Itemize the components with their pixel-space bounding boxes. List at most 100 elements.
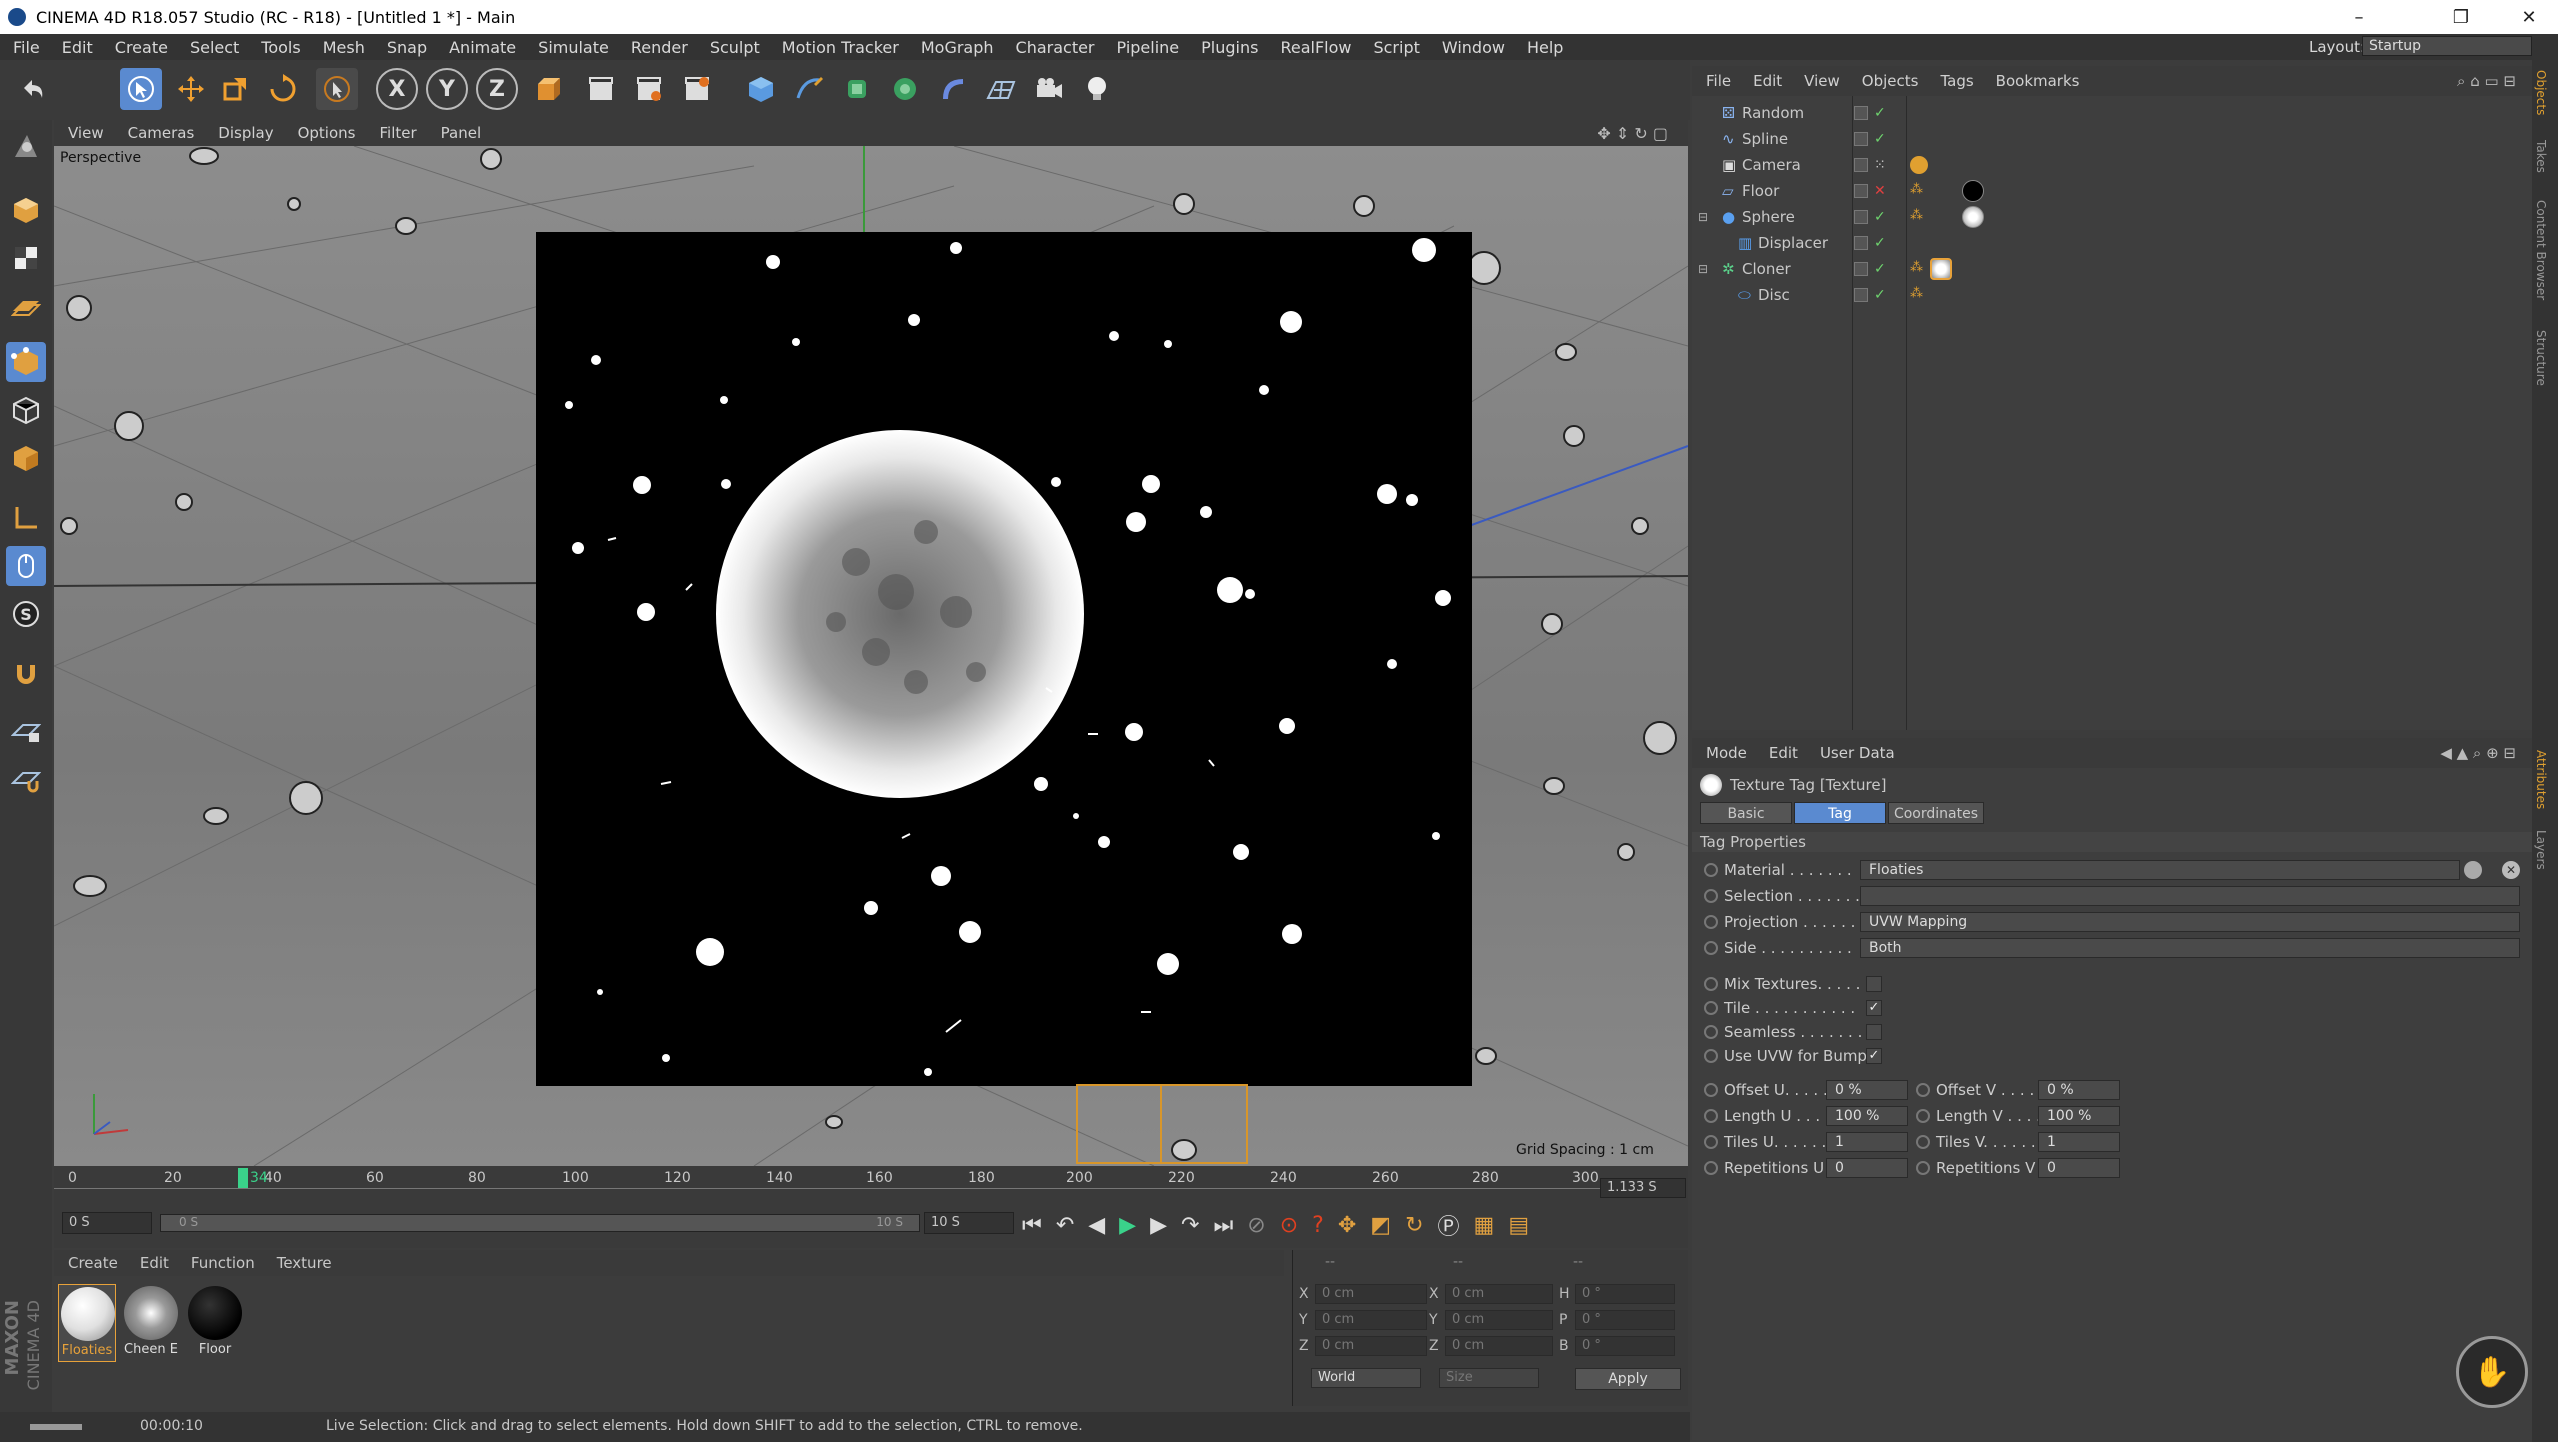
timeline-ruler[interactable]: 0 20 40 60 80 100 120 140 160 180 200 22… [54,1166,1688,1202]
animate-radio-icon[interactable] [1704,1135,1718,1149]
add-cube-button[interactable] [740,68,782,110]
polygons-mode-button[interactable] [6,438,46,478]
object-row-random[interactable]: ⚄ Random ✓ [1692,100,2532,126]
coordinate-system-button[interactable] [526,68,568,110]
object-row-sphere[interactable]: ⊟ ● Sphere ✓ ⁂ [1692,204,2532,230]
mix-textures-checkbox[interactable] [1866,976,1882,992]
record-icon[interactable]: ⊙ [1280,1213,1298,1238]
enabled-check-icon[interactable]: ✓ [1874,236,1886,250]
offset-u-field[interactable]: 0 % [1826,1080,1908,1100]
am-menu-edit[interactable]: Edit [1769,744,1798,762]
viewport-menu-options[interactable]: Options [298,124,356,142]
next-key-icon[interactable]: ↷ [1181,1213,1199,1238]
side-tab-objects[interactable]: Objects [2534,70,2548,115]
position-y-field[interactable]: 0 cm [1315,1310,1427,1330]
visibility-icon[interactable]: ⁙ [1874,158,1886,172]
menu-tools[interactable]: Tools [261,38,300,57]
menu-render[interactable]: Render [631,38,688,57]
animate-radio-icon[interactable] [1704,1161,1718,1175]
y-axis-lock-button[interactable]: Y [426,68,468,110]
add-light-button[interactable] [1076,68,1118,110]
menu-snap[interactable]: Snap [387,38,427,57]
menu-edit[interactable]: Edit [62,38,93,57]
clear-link-icon[interactable]: ✕ [2502,861,2520,879]
material-link-field[interactable]: Floaties [1860,860,2460,880]
animate-radio-icon[interactable] [1704,977,1718,991]
layer-flag[interactable] [1854,210,1868,224]
layout-dropdown[interactable]: Startup [2362,36,2532,56]
repetitions-u-field[interactable]: 0 [1826,1158,1908,1178]
maximize-button[interactable]: ❐ [2432,0,2490,34]
protection-tag-icon[interactable] [1910,156,1928,174]
points-mode-button[interactable] [6,342,46,382]
menu-plugins[interactable]: Plugins [1201,38,1258,57]
use-uvw-checkbox[interactable]: ✓ [1866,1048,1882,1064]
apply-button[interactable]: Apply [1575,1368,1681,1390]
layer-flag[interactable] [1854,158,1868,172]
menu-mesh[interactable]: Mesh [323,38,365,57]
add-camera-button[interactable] [1028,68,1070,110]
rotation-p-field[interactable]: 0 ° [1575,1310,1675,1330]
object-row-floor[interactable]: ▱ Floor ✕ ⁂ [1692,178,2532,204]
compositing-tag-icon[interactable]: ⁂ [1910,260,1926,278]
range-slider[interactable]: 0 S 10 S [160,1214,920,1232]
solo-mode-button[interactable]: S [6,594,46,634]
animate-radio-icon[interactable] [1704,889,1718,903]
rotate-tool-button[interactable] [262,68,304,110]
object-row-disc[interactable]: ⬭ Disc ✓ ⁂ [1692,282,2532,308]
om-menu-objects[interactable]: Objects [1862,72,1919,90]
workplane-mode-button[interactable] [6,286,46,326]
animate-radio-icon[interactable] [1704,915,1718,929]
key-position-icon[interactable]: ✥ [1338,1213,1356,1238]
material-menu-function[interactable]: Function [191,1254,255,1272]
material-menu-texture[interactable]: Texture [277,1254,332,1272]
add-mograph-button[interactable] [884,68,926,110]
layer-flag[interactable] [1854,106,1868,120]
compositing-tag-icon[interactable]: ⁂ [1910,208,1950,226]
menu-realflow[interactable]: RealFlow [1280,38,1351,57]
repetitions-v-field[interactable]: 0 [2038,1158,2120,1178]
undo-button[interactable] [12,68,54,110]
previous-frame-icon[interactable]: ◀ [1088,1213,1105,1238]
viewport-menu-cameras[interactable]: Cameras [128,124,195,142]
tab-basic[interactable]: Basic [1700,802,1792,824]
om-menu-tags[interactable]: Tags [1940,72,1973,90]
render-settings-button[interactable] [676,68,718,110]
am-menu-mode[interactable]: Mode [1706,744,1747,762]
material-floaties[interactable]: Floaties [58,1284,116,1362]
texture-tag-selected-icon[interactable] [1930,258,1952,280]
animate-radio-icon[interactable] [1916,1083,1930,1097]
go-to-start-icon[interactable]: ⏮ [1022,1213,1042,1238]
playhead[interactable] [238,1168,248,1188]
projection-dropdown[interactable]: UVW Mapping [1860,912,2520,932]
disabled-x-icon[interactable]: ✕ [1874,184,1886,198]
key-scale-icon[interactable]: ◩ [1370,1213,1391,1238]
object-row-camera[interactable]: ▣ Camera ⁙ [1692,152,2532,178]
side-dropdown[interactable]: Both [1860,938,2520,958]
animate-radio-icon[interactable] [1704,941,1718,955]
menu-pipeline[interactable]: Pipeline [1117,38,1180,57]
add-generator-button[interactable] [836,68,878,110]
tiles-v-field[interactable]: 1 [2038,1132,2120,1152]
selection-field[interactable] [1860,886,2520,906]
side-tab-attributes[interactable]: Attributes [2534,750,2548,809]
animate-radio-icon[interactable] [1916,1135,1930,1149]
z-axis-lock-button[interactable]: Z [476,68,518,110]
animate-radio-icon[interactable] [1704,863,1718,877]
enabled-check-icon[interactable]: ✓ [1874,132,1886,146]
size-z-field[interactable]: 0 cm [1445,1336,1553,1356]
enable-snap-button[interactable] [6,654,46,694]
menu-file[interactable]: File [13,38,40,57]
menu-select[interactable]: Select [190,38,239,57]
om-menu-edit[interactable]: Edit [1753,72,1782,90]
rotation-b-field[interactable]: 0 ° [1575,1336,1675,1356]
menu-simulate[interactable]: Simulate [538,38,609,57]
tab-coordinates[interactable]: Coordinates [1888,802,1984,824]
enabled-check-icon[interactable]: ✓ [1874,210,1886,224]
animate-radio-icon[interactable] [1704,1109,1718,1123]
rotation-h-field[interactable]: 0 ° [1575,1284,1675,1304]
play-icon[interactable]: ▶ [1119,1213,1136,1238]
menu-script[interactable]: Script [1373,38,1419,57]
animate-radio-icon[interactable] [1916,1161,1930,1175]
previous-key-icon[interactable]: ↶ [1056,1213,1074,1238]
